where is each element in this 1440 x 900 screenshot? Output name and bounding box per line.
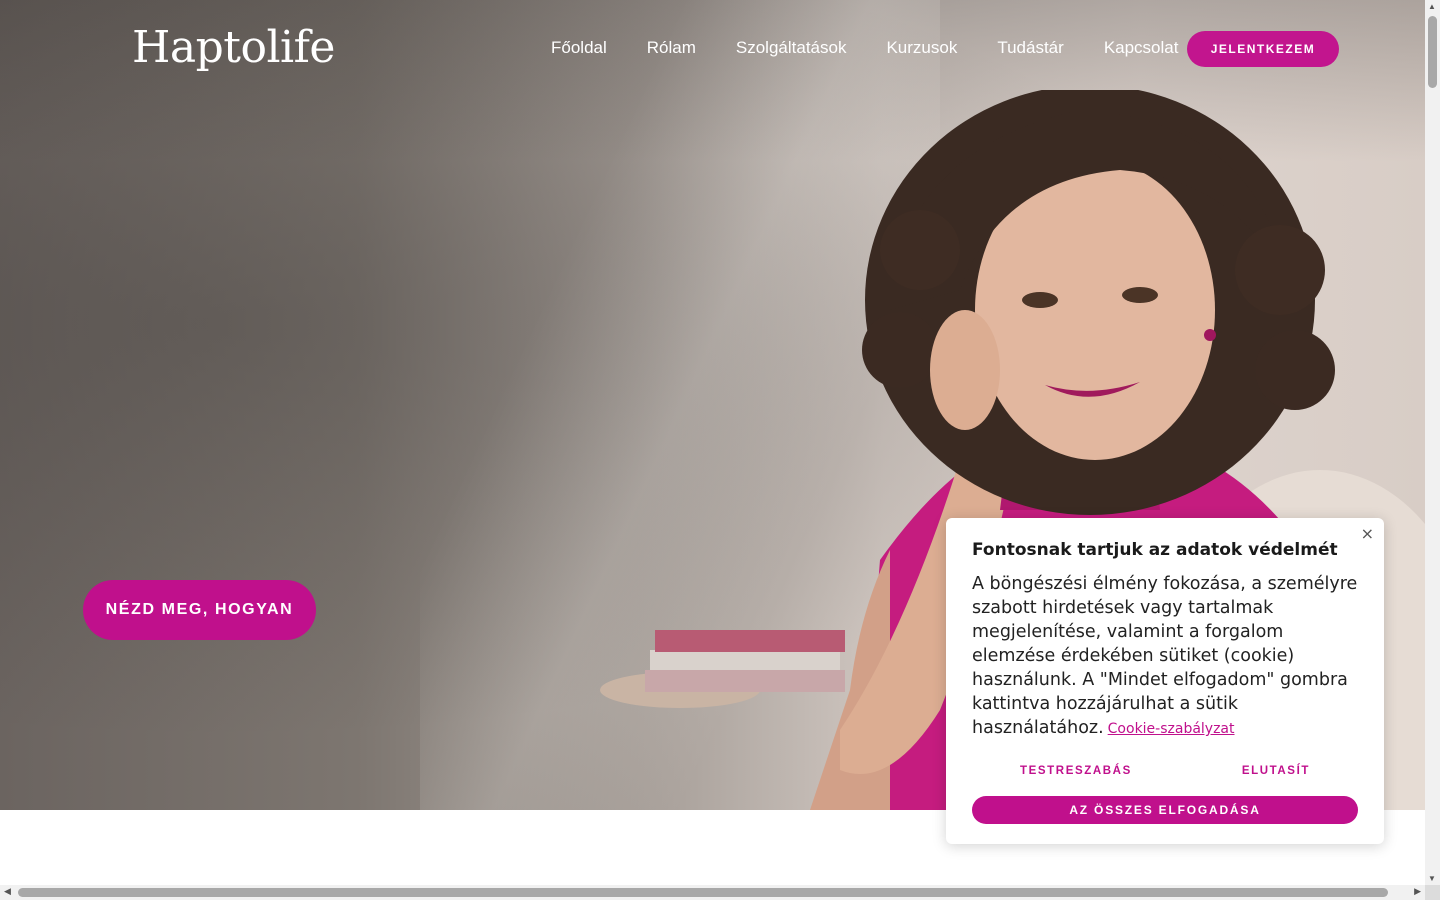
scroll-right-icon[interactable]: ▶ [1414,886,1421,897]
accept-all-button[interactable]: AZ ÖSSZES ELFOGADÁSA [972,796,1358,824]
nav-item-szolgaltatasok[interactable]: Szolgáltatások [736,38,847,58]
nav-item-fooldal[interactable]: Főoldal [551,38,607,58]
nav-item-rolam[interactable]: Rólam [647,38,696,58]
scroll-up-icon[interactable]: ▲ [1428,2,1436,11]
customize-button[interactable]: TESTRESZABÁS [1020,765,1132,777]
vertical-scroll-thumb[interactable] [1428,16,1437,88]
cookie-body: A böngészési élmény fokozása, a személyr… [972,572,1358,741]
horizontal-scroll-thumb[interactable] [18,888,1388,897]
close-icon[interactable]: × [1361,524,1374,543]
cookie-body-text: A böngészési élmény fokozása, a személyr… [972,574,1358,738]
main-nav: Főoldal Rólam Szolgáltatások Kurzusok Tu… [551,38,1178,58]
cookie-secondary-actions: TESTRESZABÁS ELUTASÍT [972,765,1358,777]
vertical-scrollbar[interactable]: ▲ ▼ [1425,0,1440,885]
cookie-policy-link[interactable]: Cookie-szabályzat [1108,721,1235,737]
scroll-down-icon[interactable]: ▼ [1428,874,1436,883]
hero-cta-button[interactable]: NÉZD MEG, HOGYAN [83,580,316,640]
cookie-title: Fontosnak tartjuk az adatok védelmét [972,540,1338,560]
scroll-left-icon[interactable]: ◀ [4,886,11,897]
site-logo[interactable]: Haptolife [132,22,335,73]
nav-item-kurzusok[interactable]: Kurzusok [886,38,957,58]
nav-item-kapcsolat[interactable]: Kapcsolat [1104,38,1179,58]
nav-item-tudastar[interactable]: Tudástár [997,38,1063,58]
horizontal-scrollbar[interactable]: ◀ ▶ [0,885,1425,900]
reject-button[interactable]: ELUTASÍT [1242,765,1310,777]
signup-button[interactable]: JELENTKEZEM [1187,31,1339,67]
scrollbar-corner [1425,885,1440,900]
cookie-consent-dialog: × Fontosnak tartjuk az adatok védelmét A… [946,518,1384,844]
